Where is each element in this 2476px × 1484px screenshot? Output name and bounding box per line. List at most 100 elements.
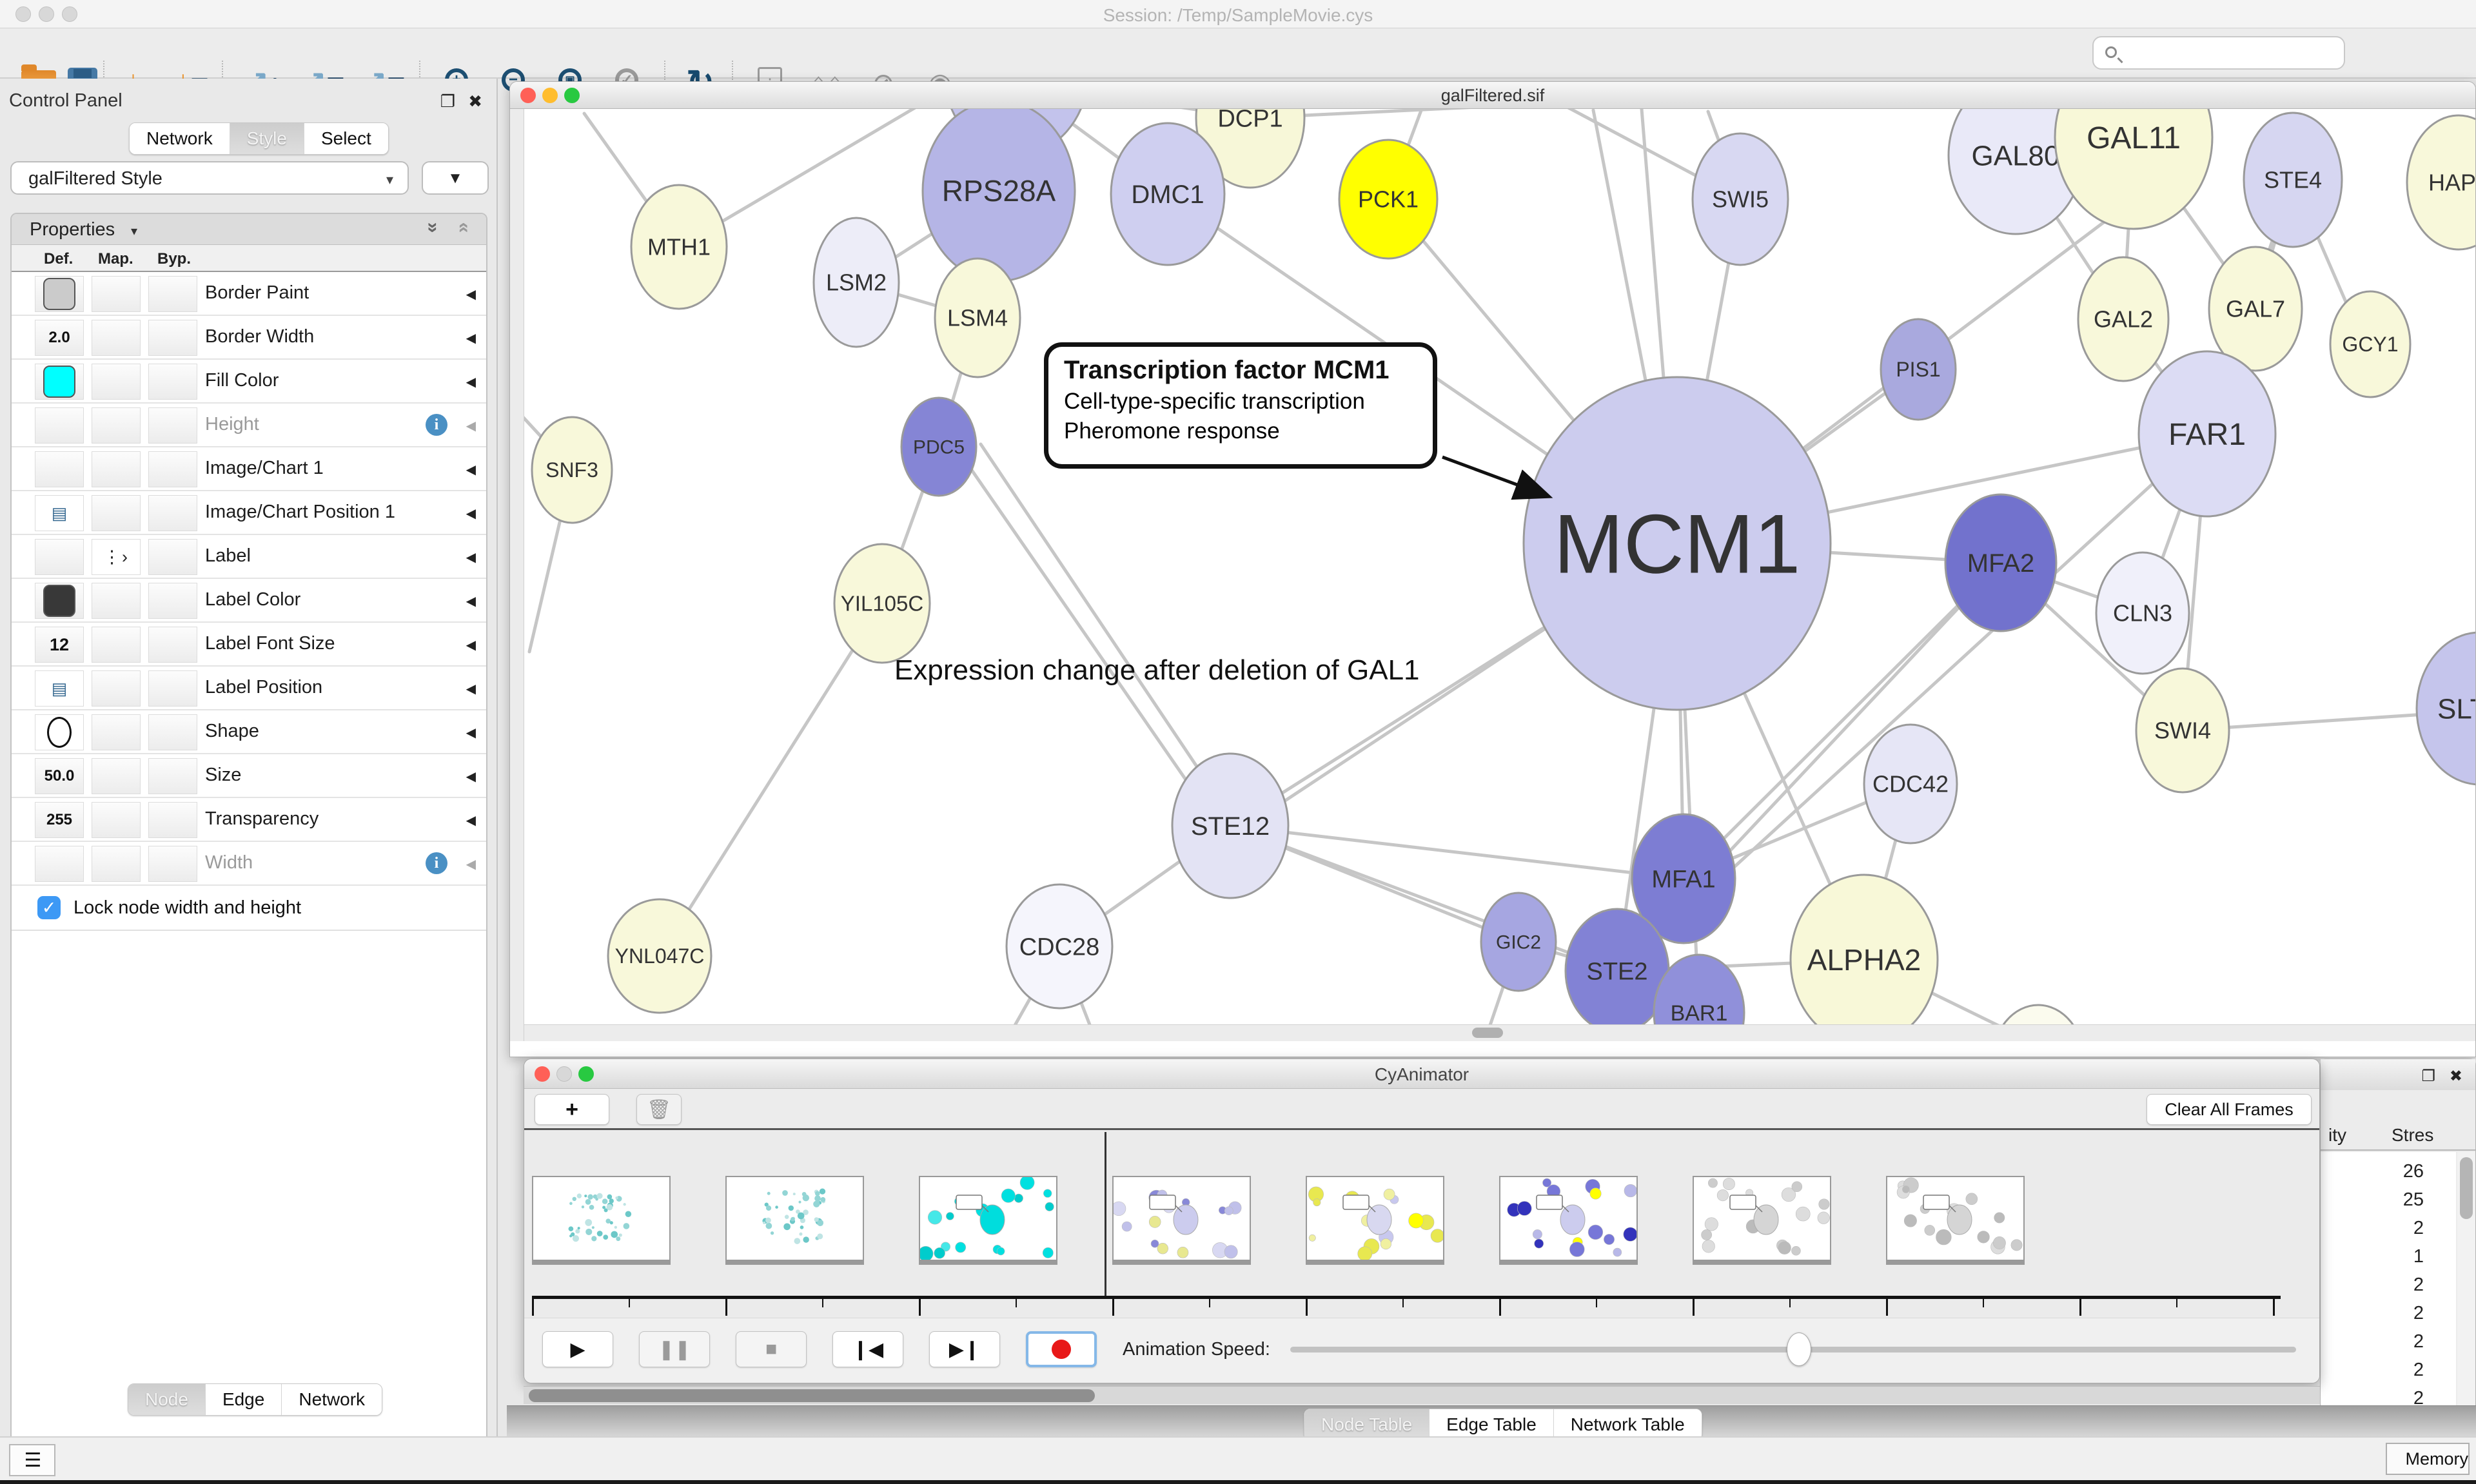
delete-frame-button[interactable]: 🗑 bbox=[636, 1094, 682, 1125]
network-node-lsm2[interactable]: LSM2 bbox=[814, 218, 899, 347]
info-icon[interactable]: i bbox=[426, 852, 447, 874]
network-canvas[interactable]: DCP1RPS28ADMC1PCK1MTH1LSM2LSM4SWI5GAL80G… bbox=[510, 109, 2476, 1041]
clear-all-frames-button[interactable]: Clear All Frames bbox=[2147, 1094, 2312, 1125]
bottom-horizontal-scrollbar[interactable] bbox=[524, 1386, 2320, 1404]
network-node-far1[interactable]: FAR1 bbox=[2139, 351, 2275, 516]
default-value-cell[interactable]: 12 bbox=[35, 627, 84, 663]
expand-property-icon[interactable]: ◀ bbox=[466, 812, 476, 828]
bypass-cell[interactable] bbox=[148, 451, 197, 487]
network-node-rps28a[interactable]: RPS28A bbox=[923, 109, 1075, 281]
network-edge[interactable] bbox=[660, 603, 882, 956]
annotation-link-2[interactable]: Pheromone response bbox=[1064, 418, 1417, 444]
default-value-cell[interactable] bbox=[35, 364, 84, 400]
expand-property-icon[interactable]: ◀ bbox=[466, 593, 476, 609]
lock-checkbox[interactable]: ✓ bbox=[37, 896, 61, 919]
frame-thumbnail-0[interactable] bbox=[532, 1176, 671, 1261]
network-node-pis1[interactable]: PIS1 bbox=[1881, 319, 1956, 420]
network-node-gal11[interactable]: GAL11 bbox=[2055, 109, 2212, 229]
info-icon[interactable]: i bbox=[426, 414, 447, 436]
default-value-cell[interactable] bbox=[35, 714, 84, 750]
bypass-cell[interactable] bbox=[148, 802, 197, 838]
table-cell[interactable]: 2 bbox=[2321, 1331, 2424, 1352]
network-node-pdc5[interactable]: PDC5 bbox=[901, 398, 976, 496]
expand-property-icon[interactable]: ◀ bbox=[466, 462, 476, 478]
add-frame-button[interactable]: + bbox=[535, 1094, 609, 1125]
cyanimator-titlebar[interactable]: CyAnimator bbox=[524, 1059, 2319, 1089]
tab-edge[interactable]: Edge bbox=[205, 1384, 281, 1415]
skip-end-button[interactable]: ▶❙ bbox=[929, 1331, 1000, 1367]
network-node-mcm1[interactable]: MCM1 bbox=[1524, 377, 1831, 710]
bypass-cell[interactable] bbox=[148, 320, 197, 356]
mapping-cell[interactable] bbox=[92, 364, 141, 400]
table-cell[interactable]: 25 bbox=[2321, 1189, 2424, 1211]
expand-property-icon[interactable]: ◀ bbox=[466, 725, 476, 741]
property-row-height[interactable]: Heighti◀ bbox=[12, 404, 486, 447]
frame-thumbnail-6[interactable] bbox=[1693, 1176, 1831, 1261]
skip-start-button[interactable]: ❙◀ bbox=[832, 1331, 903, 1367]
annotation-link-1[interactable]: Cell-type-specific transcription bbox=[1064, 389, 1417, 415]
bypass-cell[interactable] bbox=[148, 495, 197, 531]
mapping-cell[interactable] bbox=[92, 627, 141, 663]
memory-button[interactable]: Memory bbox=[2386, 1443, 2470, 1475]
network-node-hap2[interactable]: HAP2 bbox=[2407, 115, 2476, 249]
network-node-dmc1[interactable]: DMC1 bbox=[1111, 123, 1224, 265]
tab-edge-table[interactable]: Edge Table bbox=[1429, 1409, 1553, 1440]
default-value-cell[interactable]: 50.0 bbox=[35, 758, 84, 794]
network-node-ste4[interactable]: STE4 bbox=[2244, 113, 2342, 247]
expand-property-icon[interactable]: ◀ bbox=[466, 856, 476, 872]
expand-property-icon[interactable]: ◀ bbox=[466, 330, 476, 346]
tab-network-table[interactable]: Network Table bbox=[1553, 1409, 1702, 1440]
mapping-cell[interactable] bbox=[92, 276, 141, 312]
close-panel-icon[interactable]: ✖ bbox=[468, 92, 482, 112]
animation-speed-thumb[interactable] bbox=[1787, 1333, 1811, 1366]
expand-property-icon[interactable]: ◀ bbox=[466, 549, 476, 565]
network-node-mfa2[interactable]: MFA2 bbox=[1945, 494, 2056, 631]
expand-property-icon[interactable]: ◀ bbox=[466, 374, 476, 390]
table-cell[interactable]: 2 bbox=[2321, 1218, 2424, 1239]
frame-thumbnail-7[interactable] bbox=[1886, 1176, 2025, 1261]
bypass-cell[interactable] bbox=[148, 276, 197, 312]
stop-button[interactable]: ■ bbox=[736, 1331, 807, 1367]
network-node-ynl047c[interactable]: YNL047C bbox=[608, 899, 711, 1013]
mapping-cell[interactable] bbox=[92, 451, 141, 487]
table-cell[interactable]: 2 bbox=[2321, 1303, 2424, 1324]
timeline-playhead[interactable] bbox=[1105, 1132, 1106, 1296]
network-horizontal-scrollbar[interactable] bbox=[524, 1024, 2476, 1041]
mapping-cell[interactable] bbox=[92, 714, 141, 750]
style-selector[interactable]: galFiltered Style ▾ bbox=[10, 161, 409, 195]
frame-thumbnail-1[interactable] bbox=[725, 1176, 864, 1261]
default-value-cell[interactable] bbox=[35, 583, 84, 619]
tab-network-bottom[interactable]: Network bbox=[281, 1384, 382, 1415]
property-row-label-color[interactable]: Label Color◀ bbox=[12, 579, 486, 623]
default-value-cell[interactable] bbox=[35, 407, 84, 444]
close-table-icon[interactable]: ✖ bbox=[2450, 1067, 2462, 1086]
property-row-image-chart-1[interactable]: Image/Chart 1◀ bbox=[12, 447, 486, 491]
network-node-yil105c[interactable]: YIL105C bbox=[834, 544, 930, 663]
bypass-cell[interactable] bbox=[148, 714, 197, 750]
network-node-gcy1[interactable]: GCY1 bbox=[2330, 291, 2410, 397]
mapping-cell[interactable] bbox=[92, 495, 141, 531]
network-vertical-scrollbar[interactable] bbox=[510, 109, 524, 1041]
network-node-ste12[interactable]: STE12 bbox=[1172, 754, 1288, 898]
network-titlebar[interactable]: galFiltered.sif bbox=[510, 82, 2475, 109]
default-value-cell[interactable] bbox=[35, 539, 84, 575]
default-value-cell[interactable]: ▤ bbox=[35, 495, 84, 531]
mapping-cell[interactable] bbox=[92, 670, 141, 707]
bypass-cell[interactable] bbox=[148, 583, 197, 619]
default-value-cell[interactable]: 255 bbox=[35, 802, 84, 838]
network-node-gal7[interactable]: GAL7 bbox=[2209, 247, 2302, 371]
play-button[interactable]: ▶ bbox=[542, 1331, 613, 1367]
properties-header[interactable]: Properties bbox=[30, 219, 115, 240]
bypass-cell[interactable] bbox=[148, 407, 197, 444]
network-node-slt2[interactable]: SLT2 bbox=[2417, 632, 2476, 785]
frame-thumbnail-2[interactable] bbox=[919, 1176, 1057, 1261]
network-edge[interactable] bbox=[961, 455, 1210, 814]
default-value-cell[interactable] bbox=[35, 451, 84, 487]
record-button[interactable] bbox=[1026, 1331, 1097, 1367]
property-row-border-width[interactable]: 2.0Border Width◀ bbox=[12, 316, 486, 360]
bypass-cell[interactable] bbox=[148, 758, 197, 794]
style-options-button[interactable]: ▼ bbox=[422, 161, 489, 195]
network-node-pck1[interactable]: PCK1 bbox=[1339, 140, 1437, 259]
default-value-cell[interactable] bbox=[35, 276, 84, 312]
bypass-cell[interactable] bbox=[148, 670, 197, 707]
